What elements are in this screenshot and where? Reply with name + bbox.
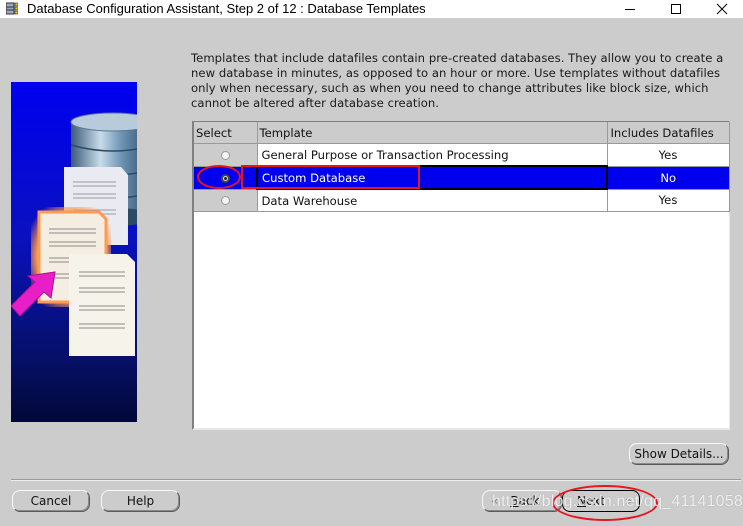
window-title: Database Configuration Assistant, Step 2… [27,1,426,16]
templates-table: Select Template Includes Datafiles Gener… [192,121,730,430]
template-radio[interactable] [220,196,230,206]
template-name-cell[interactable]: Custom Database [256,165,608,190]
template-radio-selected[interactable] [220,173,230,183]
cancel-button[interactable]: Cancel [12,490,90,512]
includes-datafiles-cell: Yes [607,143,730,167]
select-cell[interactable] [194,143,258,167]
select-cell[interactable] [194,166,258,190]
next-button[interactable]: Next » [562,490,640,512]
help-button[interactable]: Help [101,490,180,512]
table-row[interactable]: General Purpose or Transaction Processin… [194,143,730,167]
back-mnemonic: B [510,494,519,508]
column-header-template[interactable]: Template [257,122,608,144]
template-name-cell[interactable]: General Purpose or Transaction Processin… [257,143,608,167]
chevron-right-icon: » [624,494,633,508]
includes-datafiles-cell: Yes [607,189,730,212]
close-button[interactable] [699,0,743,18]
includes-datafiles-cell: No [607,166,730,190]
close-icon [716,3,728,15]
table-row-selected[interactable]: Custom Database No [194,165,730,190]
database-app-icon [6,2,18,15]
document-icon-front [69,254,135,356]
divider [11,479,741,481]
maximize-icon [671,4,681,14]
maximize-button[interactable] [653,0,699,18]
next-mnemonic: N [577,494,586,508]
template-radio[interactable] [220,150,230,160]
template-name-cell[interactable]: Data Warehouse [257,189,608,212]
title-bar: Database Configuration Assistant, Step 2… [0,0,743,18]
column-header-select[interactable]: Select [194,122,258,144]
select-cell[interactable] [194,189,258,212]
back-label: ack [518,494,540,508]
templates-description: Templates that include datafiles contain… [191,51,724,110]
back-button[interactable]: « Back [482,490,562,512]
column-header-includes-datafiles[interactable]: Includes Datafiles [607,122,730,144]
minimize-button[interactable] [607,0,653,18]
wizard-banner-image [11,82,137,422]
table-header-row: Select Template Includes Datafiles [194,122,730,144]
show-details-button[interactable]: Show Details... [629,443,729,465]
next-label: ext [585,494,605,508]
arrow-icon [11,271,56,317]
table-row[interactable]: Data Warehouse Yes [194,189,730,212]
chevron-left-icon: « [491,494,499,508]
database-templates-illustration [11,112,137,356]
minimize-icon [625,9,635,10]
